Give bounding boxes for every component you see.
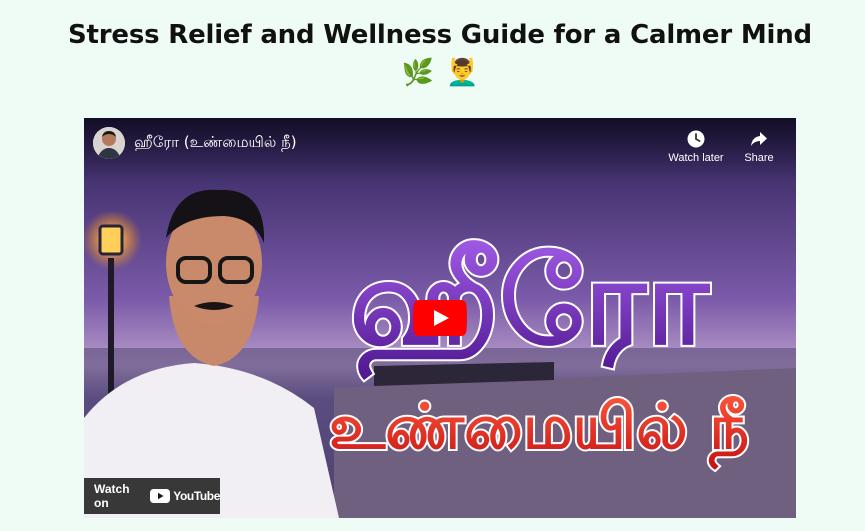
watch-on-youtube-link[interactable]: Watch on YouTube (84, 478, 220, 514)
herb-leaf-icon: 🌿 (401, 58, 434, 88)
play-button[interactable] (413, 299, 467, 337)
video-title-link[interactable]: ஹீரோ (உண்மையில் நீ) (134, 133, 297, 153)
share-label: Share (744, 152, 774, 164)
channel-avatar[interactable] (93, 127, 125, 159)
watch-on-label: Watch on (94, 482, 130, 510)
watch-later-button[interactable]: Watch later (664, 126, 728, 164)
video-top-bar: ஹீரோ (உண்மையில் நீ) Watch later Share (84, 118, 796, 182)
heading-emoji-row: 🌿 💆‍♂️ (0, 56, 865, 90)
youtube-wordmark: YouTube (173, 489, 220, 503)
share-button[interactable]: Share (727, 126, 791, 164)
thumbnail-headline: ஹீரோ (349, 233, 710, 380)
thumbnail-subline: உண்மையில் நீ (329, 390, 749, 471)
youtube-logo-icon: YouTube (150, 489, 220, 503)
video-embed-player[interactable]: ஹீரோ உண்மையில் நீ ஹீரோ (உண்மையில் நீ) Wa… (84, 118, 796, 518)
lamp-post (108, 258, 114, 398)
clock-icon (664, 126, 728, 152)
watch-later-label: Watch later (668, 152, 724, 164)
share-arrow-icon (727, 126, 791, 152)
lamp-head (98, 224, 124, 256)
avatar-person-icon (93, 127, 125, 159)
person-massage-icon: 💆‍♂️ (446, 58, 479, 88)
page-title: Stress Relief and Wellness Guide for a C… (68, 20, 812, 50)
